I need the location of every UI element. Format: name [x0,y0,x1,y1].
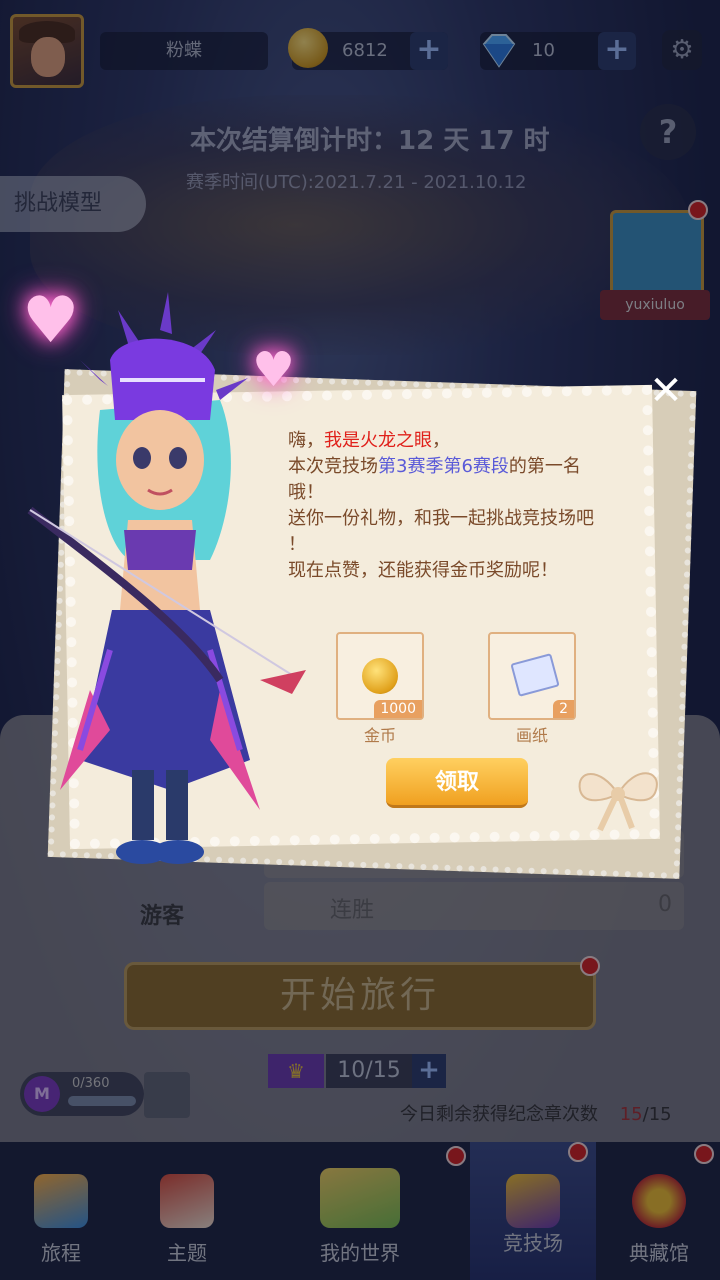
ribbon-bow-icon [578,772,658,832]
reward-label: 画纸 [515,726,548,745]
reward-item-coins[interactable]: 1000 [336,632,424,720]
msg-text: 送你一份礼物，和我一起挑战竞技场吧 [288,508,594,529]
character-illustration [27,292,306,864]
drawing-paper-icon [510,653,560,697]
close-icon[interactable]: ✕ [644,370,688,414]
reward-count: 1000 [374,700,422,718]
popup-message: 嗨，我是火龙之眼， 本次竞技场第3赛季第6赛段的第一名 哦！ 送你一份礼物，和我… [288,428,638,584]
msg-text: 哦！ [288,482,324,503]
claim-button[interactable]: 领取 [386,758,528,808]
msg-text: ， [432,430,450,451]
msg-text: 现在点赞，还能获得金币奖励呢！ [288,560,558,581]
season-stage: 第3赛季第6赛段 [378,456,509,477]
reward-item-paper[interactable]: 2 [488,632,576,720]
reward-count: 2 [553,700,574,718]
gold-coin-icon [362,658,398,694]
msg-text: 的第一名 [508,456,581,477]
character-name: 我是火龙之眼 [324,430,432,451]
msg-text: ！ [288,534,306,555]
reward-label: 金币 [363,726,396,745]
